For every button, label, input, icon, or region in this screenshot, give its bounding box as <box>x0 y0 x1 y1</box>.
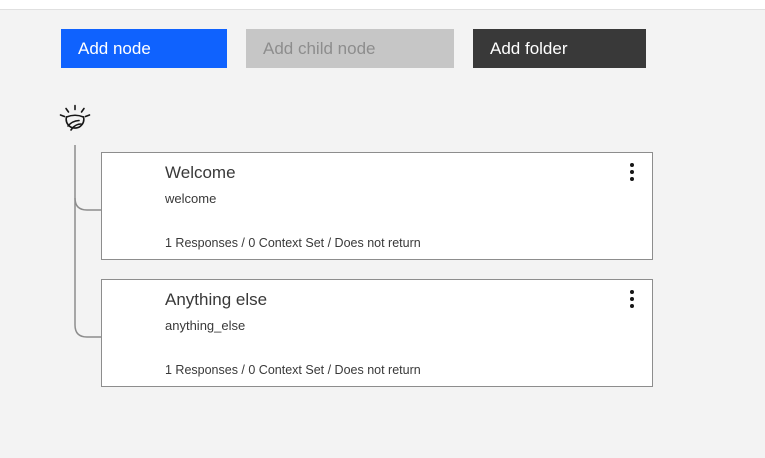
top-border <box>0 0 765 10</box>
add-node-button[interactable]: Add node <box>61 29 227 68</box>
overflow-menu-icon[interactable] <box>620 286 644 312</box>
add-child-node-button[interactable]: Add child node <box>246 29 454 68</box>
dialog-node-card-welcome[interactable]: Welcome welcome 1 Responses / 0 Context … <box>101 152 653 260</box>
add-folder-button[interactable]: Add folder <box>473 29 646 68</box>
node-condition: welcome <box>165 191 217 206</box>
node-summary: 1 Responses / 0 Context Set / Does not r… <box>165 236 421 250</box>
dialog-node-card-anything-else[interactable]: Anything else anything_else 1 Responses … <box>101 279 653 387</box>
overflow-menu-icon[interactable] <box>620 159 644 185</box>
node-summary: 1 Responses / 0 Context Set / Does not r… <box>165 363 421 377</box>
node-condition: anything_else <box>165 318 246 333</box>
node-title: Anything else <box>165 290 268 309</box>
node-title: Welcome <box>165 163 236 182</box>
ibm-watson-icon <box>59 104 91 131</box>
